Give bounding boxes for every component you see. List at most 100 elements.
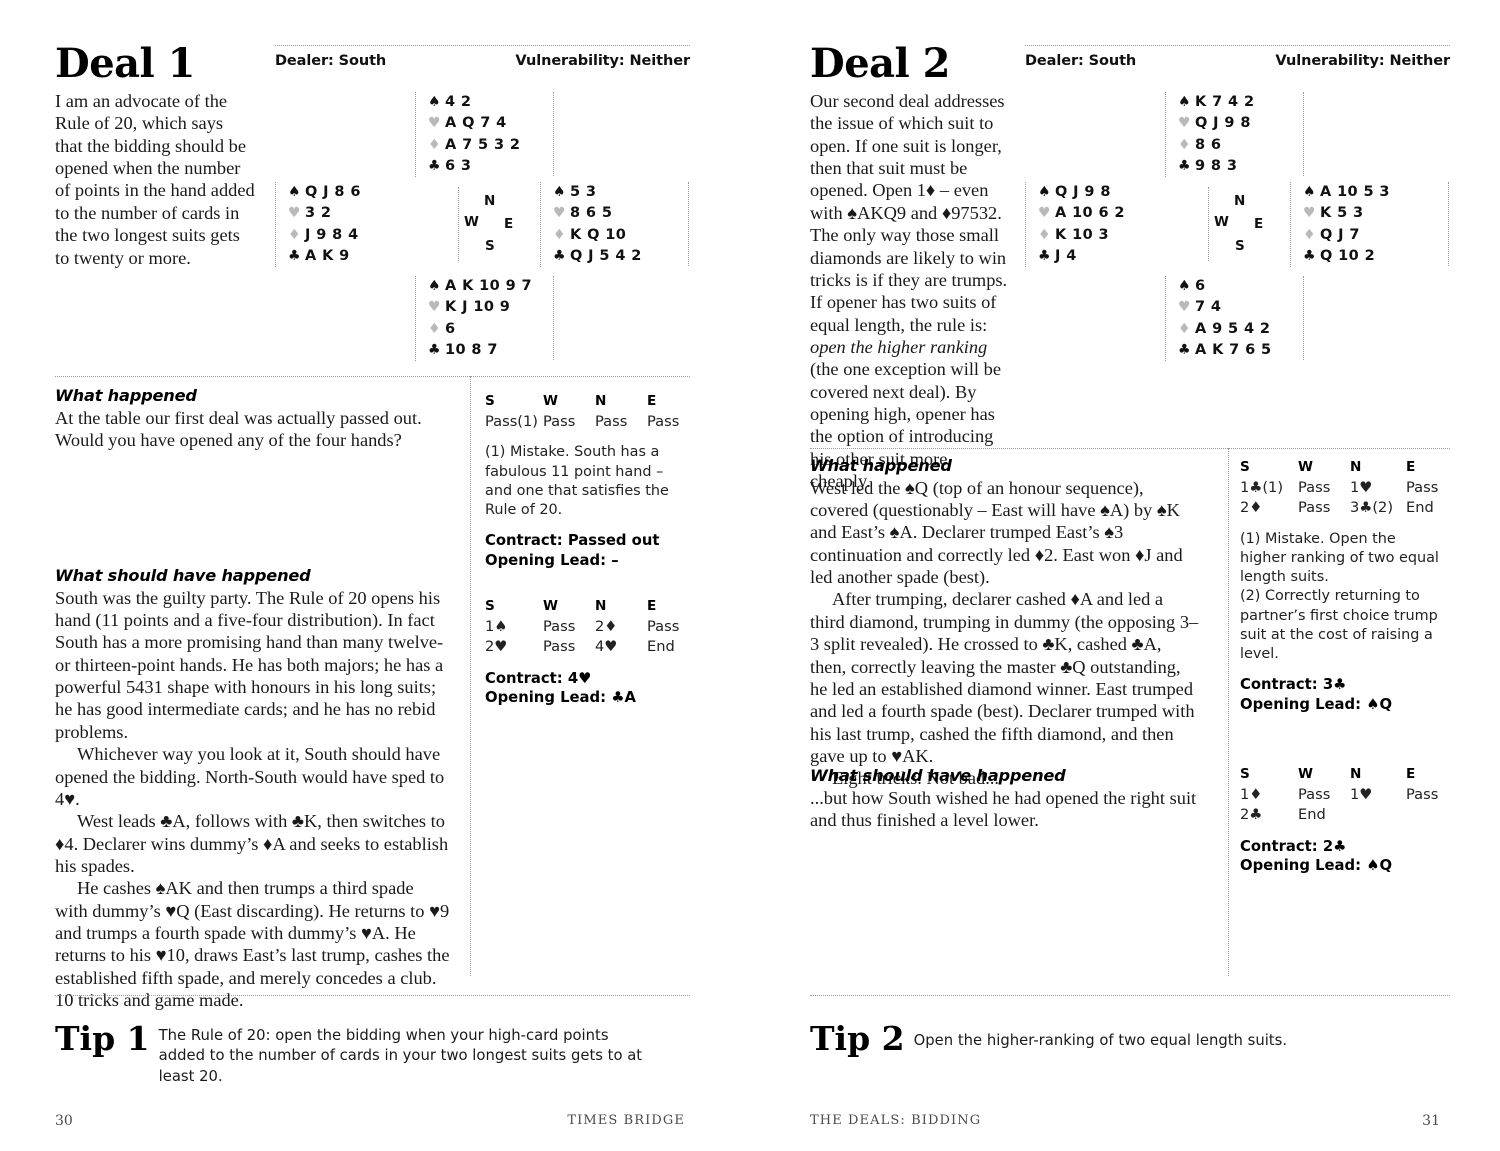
bid-cell: Pass <box>543 638 576 656</box>
contract-block-ideal: Contract: 4♥ Opening Lead: ♣A <box>485 669 690 709</box>
compass-east: E <box>1254 216 1264 232</box>
west-clubs: J 4 <box>1055 247 1077 264</box>
heart-icon: ♥ <box>428 299 441 316</box>
compass-north: N <box>484 193 496 209</box>
bid-cell: Pass <box>647 413 680 431</box>
heart-icon: ♥ <box>1178 115 1191 132</box>
deal-meta: Dealer: South Vulnerability: Neither <box>275 45 690 69</box>
east-diamonds: K Q 10 <box>570 226 627 243</box>
hand-north: ♠ K 7 4 2 ♥ Q J 9 8 ♦ 8 6 ♣ 9 8 3 <box>1165 92 1254 178</box>
bid-cell: 4♥ <box>595 638 618 656</box>
contract-label: Contract: 2♣ <box>1240 837 1347 855</box>
auction-header-row: S W N E <box>485 597 690 617</box>
heart-icon: ♥ <box>288 205 301 222</box>
auction-table-actual: S W N E Pass(1) Pass Pass Pass <box>485 392 690 432</box>
vulnerability-label: Vulnerability: Neither <box>1275 53 1450 69</box>
auction-table-ideal: S W N E 1♦ Pass 1♥ Pass 2♣ End <box>1240 765 1445 826</box>
auction-column: S W N E 1♣(1) Pass 1♥ Pass 2♦ Pass 3♣(2)… <box>1240 458 1445 876</box>
bid-cell: 1♣(1) <box>1240 479 1284 497</box>
table-row: 2♥ Pass 4♥ End <box>485 637 690 657</box>
deal-intro: I am an advocate of the Rule of 20, whic… <box>55 91 255 268</box>
analysis-prose-should: What should have happened South was the … <box>55 566 450 1012</box>
deal-title-block: Deal 2 <box>810 44 951 84</box>
table-row: 2♣ End <box>1240 805 1445 825</box>
tip-text: The Rule of 20: open the bidding when yo… <box>158 1027 643 1085</box>
compass-south: S <box>1235 238 1245 254</box>
west-hearts: 3 2 <box>305 205 332 222</box>
club-icon: ♣ <box>428 157 441 174</box>
diamond-icon: ♦ <box>553 226 566 243</box>
bid-cell <box>1350 805 1406 825</box>
diamond-icon: ♦ <box>428 320 441 337</box>
south-right-rule <box>1303 276 1304 360</box>
west-spades: Q J 9 8 <box>1055 184 1111 200</box>
diamond-icon: ♦ <box>1038 226 1051 243</box>
auction-col-w: W <box>1298 765 1313 782</box>
table-row: 1♣(1) Pass 1♥ Pass <box>1240 478 1445 498</box>
south-hearts: K J 10 9 <box>445 299 511 316</box>
bid-cell: Pass <box>543 617 576 635</box>
bid-cell: Pass <box>1406 785 1439 803</box>
auction-note-2: (2) Correctly returning to partner’s fir… <box>1240 588 1438 662</box>
tip-rule <box>55 995 690 996</box>
compass-south: S <box>485 238 495 254</box>
hand-north: ♠ 4 2 ♥ A Q 7 4 ♦ A 7 5 3 2 ♣ 6 3 <box>415 92 521 178</box>
auction-col-n: N <box>595 393 607 409</box>
what-should-p1: South was the guilty party. The Rule of … <box>55 587 444 742</box>
page-title: Deal 1 <box>55 40 196 87</box>
analysis-column-rule <box>1228 448 1229 976</box>
auction-column: S W N E Pass(1) Pass Pass Pass (1) Mista… <box>485 392 690 708</box>
page-right: Deal 2 Dealer: South Vulnerability: Neit… <box>750 0 1500 1151</box>
deal-meta: Dealer: South Vulnerability: Neither <box>1025 45 1450 69</box>
auction-col-n: N <box>595 597 607 614</box>
contract-label: Contract: Passed out <box>485 532 660 550</box>
auction-col-e: E <box>1406 765 1416 782</box>
what-should-p2: Whichever way you look at it, South shou… <box>55 744 445 809</box>
what-happened-p2: After trumping, declarer cashed ♦A and l… <box>810 589 1199 766</box>
north-clubs: 6 3 <box>445 157 472 174</box>
heart-icon: ♥ <box>428 115 441 132</box>
compass-west: W <box>464 214 479 230</box>
compass-rose: N W E S <box>458 187 518 261</box>
auction-col-n: N <box>1350 765 1362 782</box>
bid-cell: 1♠ <box>485 617 508 635</box>
heart-icon: ♥ <box>553 205 566 222</box>
what-should-heading: What should have happened <box>810 766 1066 785</box>
bid-cell: 1♥ <box>1350 785 1373 803</box>
auction-col-s: S <box>485 597 495 614</box>
bid-cell: 2♣ <box>1240 806 1263 824</box>
tip-label: Tip 2 <box>810 1019 905 1058</box>
west-spades: Q J 8 6 <box>305 184 361 200</box>
tip-block: Tip 1 The Rule of 20: open the bidding w… <box>55 1022 675 1087</box>
auction-col-e: E <box>1406 459 1416 475</box>
spade-icon: ♠ <box>428 278 441 294</box>
dealer-label: Dealer: South <box>1025 53 1137 69</box>
bid-cell: End <box>1406 499 1434 517</box>
hand-south: ♠ 6 ♥ 7 4 ♦ A 9 5 4 2 ♣ A K 7 6 5 <box>1165 276 1272 362</box>
what-happened-p1: At the table our first deal was actually… <box>55 407 422 451</box>
dealer-label: Dealer: South <box>275 53 387 69</box>
east-hearts: 8 6 5 <box>570 205 613 222</box>
diamond-icon: ♦ <box>1178 320 1191 337</box>
bid-cell: 2♦ <box>1240 499 1263 517</box>
west-hearts: A 10 6 2 <box>1055 205 1125 222</box>
spade-icon: ♠ <box>1178 278 1191 294</box>
north-hearts: A Q 7 4 <box>445 115 507 132</box>
opening-lead-label: Opening Lead: ♠Q <box>1240 857 1393 875</box>
footer-left: 30 TIMES BRIDGE <box>0 1095 750 1151</box>
club-icon: ♣ <box>288 247 301 264</box>
north-right-rule <box>553 92 554 176</box>
page-number: 30 <box>55 1113 73 1129</box>
opening-lead-label: Opening Lead: – <box>485 551 619 569</box>
auction-header-row: S W N E <box>485 392 690 412</box>
north-diamonds: A 7 5 3 2 <box>445 136 521 153</box>
spade-icon: ♠ <box>428 94 441 110</box>
tip-rule <box>810 995 1450 996</box>
what-should-p4: He cashes ♠AK and then trumps a third sp… <box>55 878 450 1011</box>
opening-lead-label: Opening Lead: ♣A <box>485 689 636 707</box>
auction-col-s: S <box>1240 765 1250 782</box>
north-hearts: Q J 9 8 <box>1195 115 1251 132</box>
contract-block-actual: Contract: Passed out Opening Lead: – <box>485 531 690 571</box>
analysis-prose-should: What should have happened ...but how Sou… <box>810 766 1200 831</box>
deal-intro: Our second deal addresses the issue of w… <box>810 90 1010 492</box>
